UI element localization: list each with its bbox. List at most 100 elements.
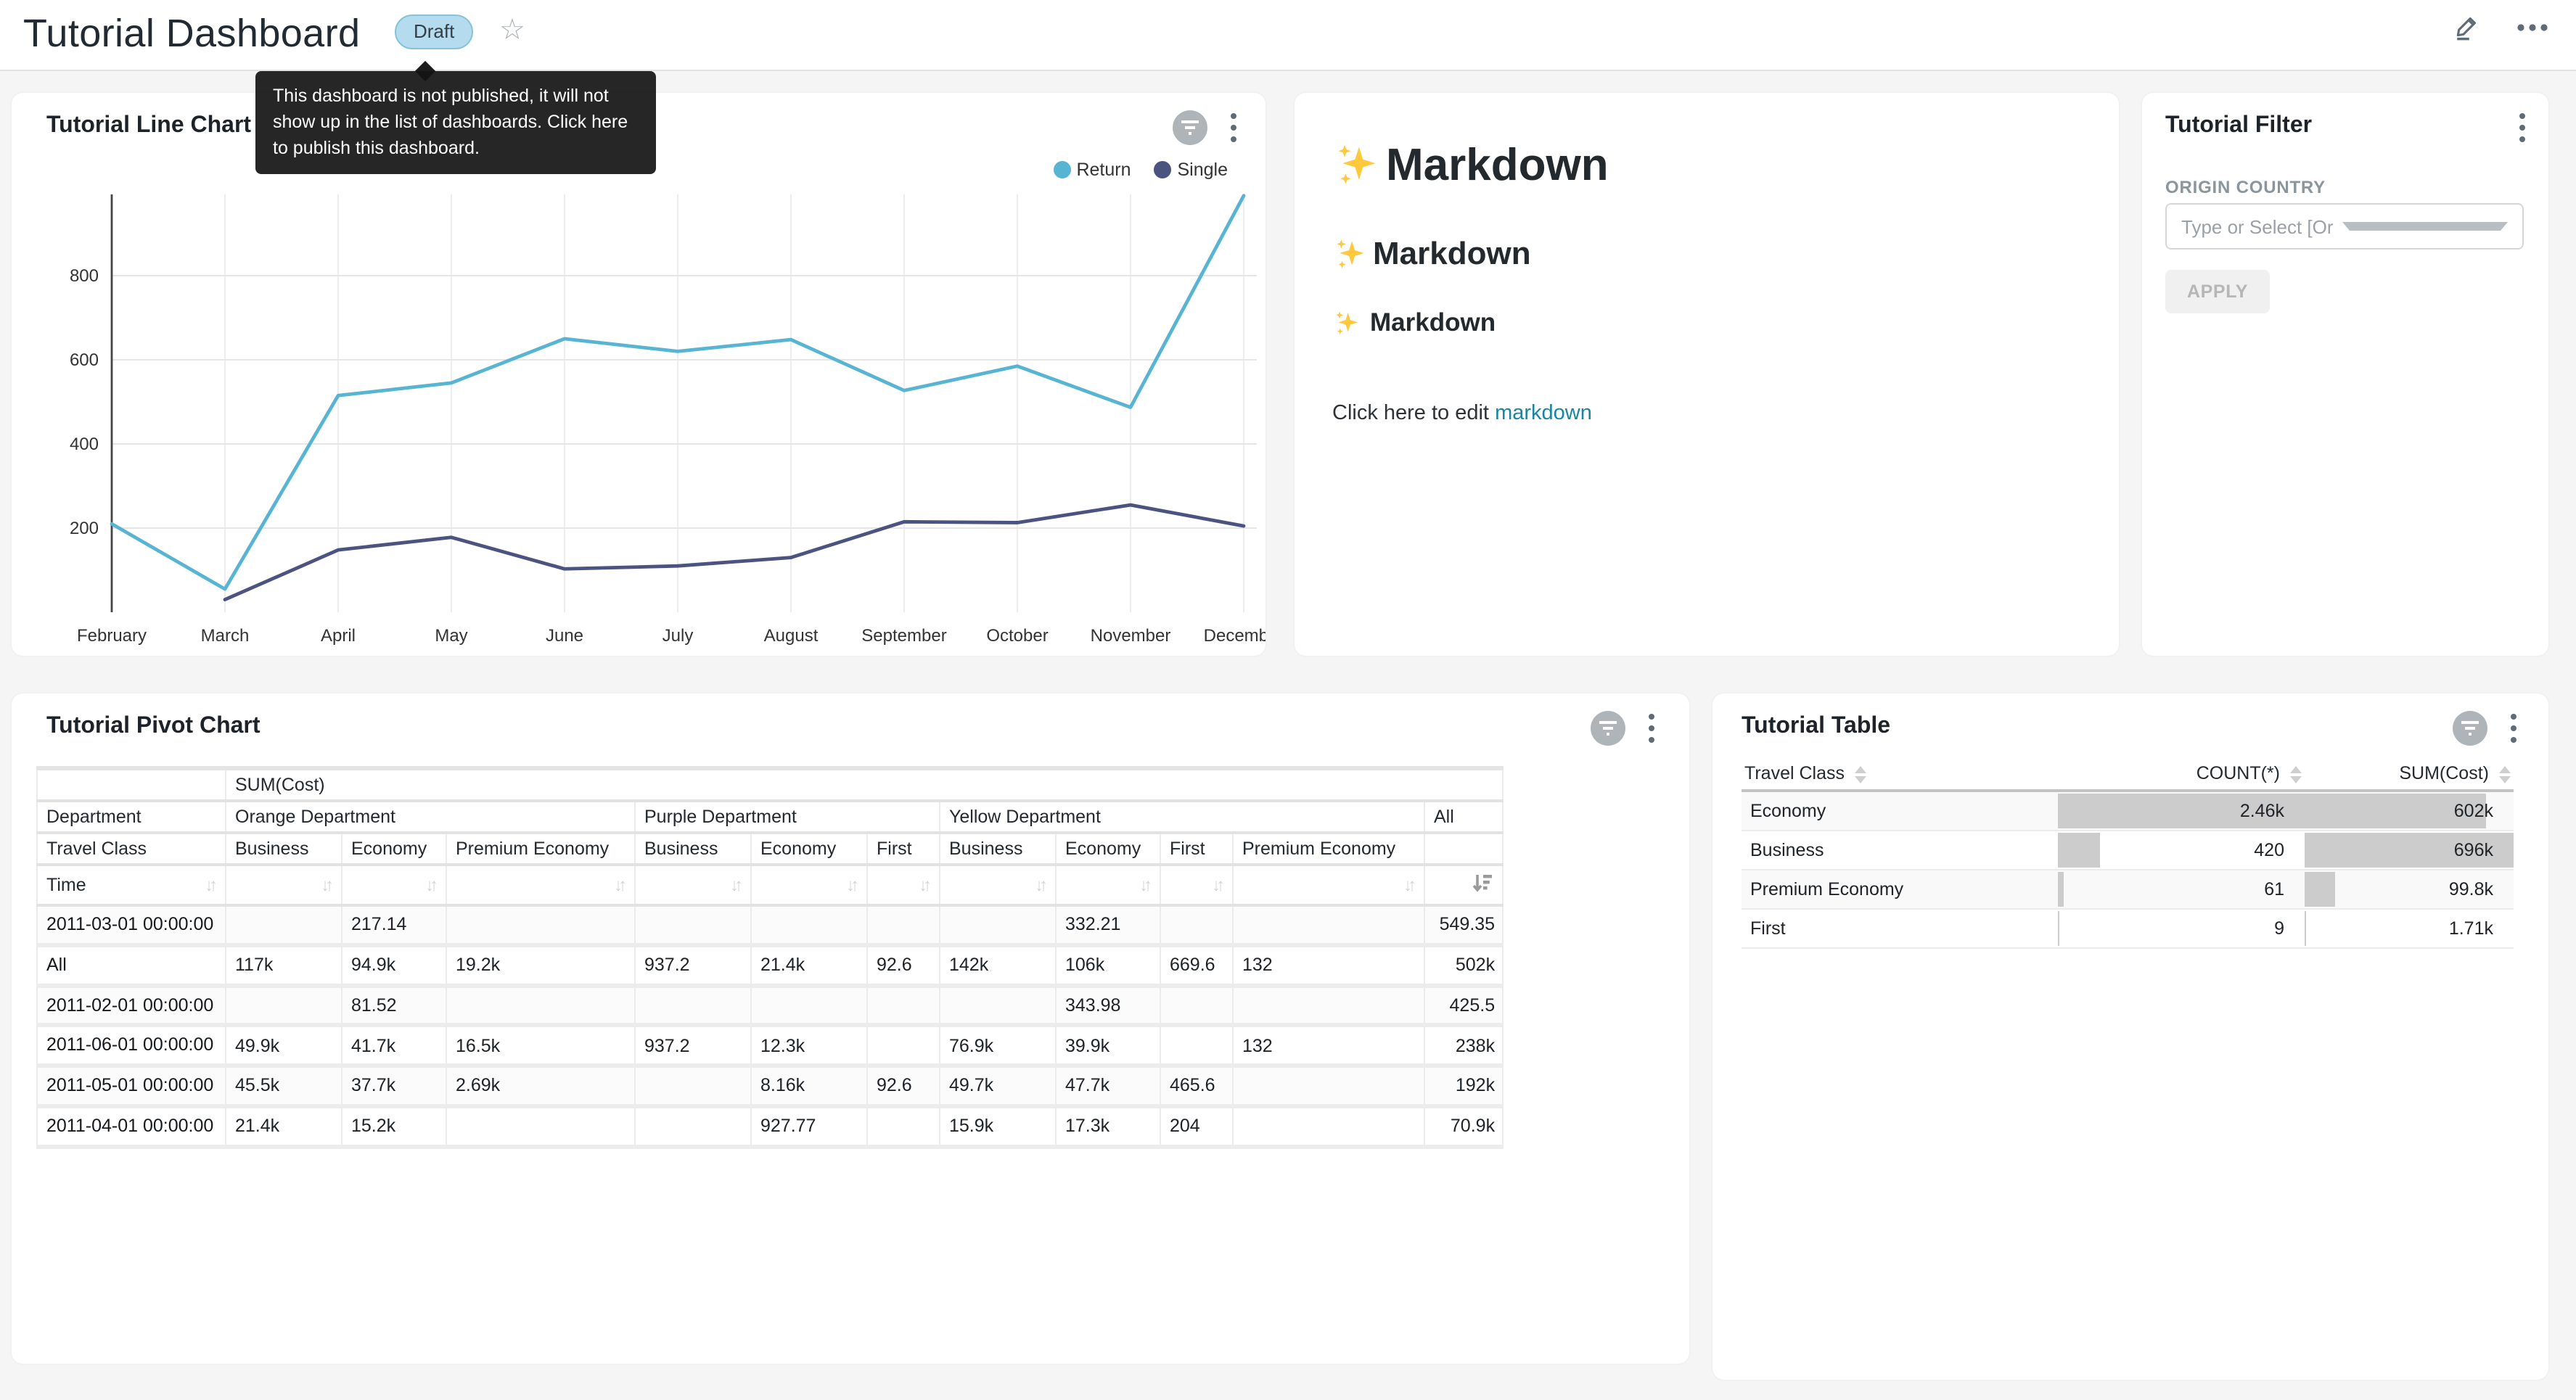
svg-text:400: 400 (70, 435, 99, 454)
pivot-row: 2011-04-01 00:00:0021.4k15.2k927.7715.9k… (37, 1106, 1503, 1147)
travel-class-table: Travel ClassCOUNT(*)SUM(Cost)Economy2.46… (1742, 757, 2514, 949)
pivot-row: 2011-05-01 00:00:0045.5k37.7k2.69k8.16k9… (37, 1066, 1503, 1106)
pivot-metric-label: SUM(Cost) (226, 768, 1503, 801)
table-panel-menu-icon[interactable] (2508, 711, 2519, 746)
pivot-col-header: Premium Economy (446, 833, 635, 865)
pivot-time-header: Time↓↑ (37, 865, 226, 905)
table-row[interactable]: First91.71k (1742, 909, 2514, 948)
cross-filter-icon[interactable] (1173, 110, 1207, 145)
svg-text:February: February (77, 626, 147, 646)
sort-carets-icon[interactable] (2499, 765, 2511, 783)
pivot-col-group: Purple Department (635, 801, 940, 833)
sort-icon[interactable]: ↓↑ (1403, 875, 1415, 895)
sparkles-icon (1332, 308, 1361, 337)
sort-icon[interactable]: ↓↑ (321, 875, 332, 895)
filter-panel: Tutorial Filter ORIGIN COUNTRY Type or S… (2142, 93, 2548, 656)
sort-icon[interactable]: ↓↑ (730, 875, 742, 895)
svg-text:August: August (764, 626, 819, 646)
publish-tooltip: This dashboard is not published, it will… (255, 71, 656, 175)
table-row[interactable]: Economy2.46k602k (1742, 791, 2514, 831)
svg-text:July: July (663, 626, 694, 646)
svg-text:May: May (435, 626, 467, 646)
sparkles-icon (1332, 141, 1382, 190)
markdown-h3: Markdown (1332, 308, 2090, 338)
sort-icon[interactable]: ↓↑ (919, 875, 930, 895)
sort-icon[interactable]: ↓↑ (614, 875, 625, 895)
pivot-col-header: Economy (751, 833, 867, 865)
pivot-col-header: Business (226, 833, 342, 865)
edit-dashboard-icon[interactable] (2451, 12, 2483, 51)
table-col-header[interactable]: COUNT(*) (2058, 757, 2305, 791)
svg-text:September: September (861, 626, 946, 646)
pivot-chart-panel: Tutorial Pivot Chart SUM(Cost)Department… (12, 693, 1689, 1364)
line-chart-svg[interactable]: 200400600800FebruaryMarchAprilMayJuneJul… (12, 174, 1266, 656)
table-panel: Tutorial Table Travel ClassCOUNT(*)SUM(C… (1712, 693, 2548, 1380)
markdown-footer: Click here to edit markdown (1332, 402, 2090, 425)
pivot-col-header: Premium Economy (1233, 833, 1424, 865)
more-actions-icon[interactable] (2515, 12, 2550, 51)
apply-button[interactable]: APPLY (2165, 270, 2270, 313)
pivot-row: 2011-03-01 00:00:00217.14332.21549.35 (37, 905, 1503, 945)
origin-country-label: ORIGIN COUNTRY (2165, 177, 2326, 197)
sort-icon[interactable]: ↓↑ (425, 875, 437, 895)
sort-desc-active-icon[interactable] (1472, 873, 1493, 898)
pivot-col-header: First (1160, 833, 1233, 865)
sort-carets-icon[interactable] (1855, 765, 1866, 783)
markdown-h1: Markdown (1332, 139, 2090, 192)
svg-text:March: March (201, 626, 250, 646)
table-col-header[interactable]: SUM(Cost) (2305, 757, 2514, 791)
table-panel-title: Tutorial Table (1742, 714, 1890, 740)
svg-text:October: October (986, 626, 1048, 646)
pivot-col-group: Yellow Department (940, 801, 1424, 833)
svg-text:June: June (546, 626, 583, 646)
svg-text:December: December (1204, 626, 1266, 646)
pivot-row: 2011-02-01 00:00:0081.52343.98425.5 (37, 985, 1503, 1026)
pivot-department-corner: Department (37, 801, 226, 833)
pivot-chart-title: Tutorial Pivot Chart (46, 714, 261, 740)
favorite-star-icon[interactable]: ☆ (499, 12, 525, 48)
svg-text:800: 800 (70, 266, 99, 286)
origin-country-select[interactable]: Type or Select [Origin Country] (2165, 203, 2524, 250)
line-chart-title: Tutorial Line Chart (46, 113, 251, 139)
sort-icon[interactable]: ↓↑ (205, 875, 216, 895)
pivot-row: 2011-06-01 00:00:0049.9k41.7k16.5k937.21… (37, 1026, 1503, 1066)
origin-country-placeholder: Type or Select [Origin Country] (2181, 215, 2333, 237)
pivot-col-header: Business (940, 833, 1056, 865)
filter-panel-menu-icon[interactable] (2516, 110, 2528, 145)
sort-icon[interactable]: ↓↑ (1139, 875, 1151, 895)
sort-carets-icon[interactable] (2290, 765, 2302, 783)
chevron-down-icon (2342, 222, 2508, 231)
cross-filter-icon[interactable] (1591, 711, 1625, 746)
markdown-panel: Markdown Markdown Markdown Click here to… (1295, 93, 2119, 656)
pivot-all-header: All (1424, 801, 1503, 833)
cross-filter-icon[interactable] (2453, 711, 2487, 746)
pivot-col-header: First (867, 833, 940, 865)
line-chart-panel: Tutorial Line Chart ReturnSingle 2004006… (12, 93, 1266, 656)
table-col-header[interactable]: Travel Class (1742, 757, 2058, 791)
filter-panel-title: Tutorial Filter (2165, 113, 2312, 139)
draft-badge[interactable]: Draft (395, 15, 473, 49)
pivot-col-group: Orange Department (226, 801, 635, 833)
sparkles-icon (1332, 236, 1369, 272)
dashboard-viewport: Tutorial Dashboard Draft ☆ This dashboar… (0, 0, 2576, 1400)
pivot-chart-menu-icon[interactable] (1646, 711, 1657, 746)
svg-text:600: 600 (70, 350, 99, 370)
pivot-col-header: Economy (342, 833, 446, 865)
svg-text:200: 200 (70, 519, 99, 538)
sort-icon[interactable]: ↓↑ (1212, 875, 1223, 895)
svg-text:November: November (1091, 626, 1171, 646)
pivot-col-header: Economy (1056, 833, 1160, 865)
table-row[interactable]: Premium Economy6199.8k (1742, 870, 2514, 909)
page-title: Tutorial Dashboard (23, 12, 360, 57)
pivot-table: SUM(Cost)DepartmentOrange DepartmentPurp… (36, 766, 1505, 1148)
sort-icon[interactable]: ↓↑ (846, 875, 858, 895)
table-row[interactable]: Business420696k (1742, 831, 2514, 870)
travel-table-grid: Travel ClassCOUNT(*)SUM(Cost)Economy2.46… (1742, 757, 2514, 949)
edit-markdown-link[interactable]: markdown (1495, 402, 1592, 425)
pivot-table-grid: SUM(Cost)DepartmentOrange DepartmentPurp… (36, 766, 1504, 1148)
pivot-travel-class-corner: Travel Class (37, 833, 226, 865)
line-chart-menu-icon[interactable] (1228, 110, 1239, 145)
pivot-col-header: Business (635, 833, 751, 865)
pivot-row: All117k94.9k19.2k937.221.4k92.6142k106k6… (37, 945, 1503, 986)
sort-icon[interactable]: ↓↑ (1035, 875, 1046, 895)
